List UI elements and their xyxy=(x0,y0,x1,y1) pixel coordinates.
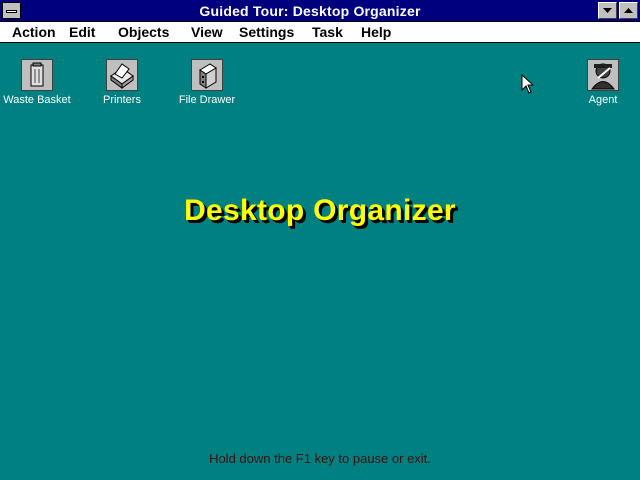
menu-task[interactable]: Task xyxy=(312,24,343,40)
agent-label: Agent xyxy=(588,94,618,106)
banner: Desktop Organizer xyxy=(0,194,640,228)
desktop-icon-file-drawer[interactable]: File Drawer xyxy=(167,59,247,106)
maximize-button[interactable] xyxy=(619,2,638,19)
menu-objects[interactable]: Objects xyxy=(118,24,169,40)
minimize-button[interactable] xyxy=(598,2,617,19)
menu-bar: Action Edit Objects View Settings Task H… xyxy=(0,22,640,43)
system-menu-icon xyxy=(6,10,17,13)
title-bar[interactable]: Guided Tour: Desktop Organizer xyxy=(0,0,640,22)
waste-basket-label: Waste Basket xyxy=(3,94,71,106)
desktop-icon-agent[interactable]: Agent xyxy=(563,59,640,106)
waste-basket-icon xyxy=(21,59,53,91)
maximize-arrow-icon xyxy=(624,8,633,13)
menu-edit[interactable]: Edit xyxy=(69,24,95,40)
menu-settings[interactable]: Settings xyxy=(239,24,294,40)
menu-action[interactable]: Action xyxy=(12,24,56,40)
window-title: Guided Tour: Desktop Organizer xyxy=(199,3,421,19)
file-drawer-label: File Drawer xyxy=(178,94,236,106)
printers-label: Printers xyxy=(103,94,141,106)
file-drawer-icon xyxy=(191,59,223,91)
desktop-icon-printers[interactable]: Printers xyxy=(82,59,162,106)
mouse-cursor-icon xyxy=(521,74,535,94)
desktop-icon-waste-basket[interactable]: Waste Basket xyxy=(0,59,77,106)
system-menu-button[interactable] xyxy=(2,2,21,19)
agent-icon xyxy=(587,59,619,91)
minimize-arrow-icon xyxy=(603,8,612,13)
printer-icon xyxy=(106,59,138,91)
hint-text: Hold down the F1 key to pause or exit. xyxy=(209,451,431,466)
banner-title: Desktop Organizer xyxy=(184,194,456,227)
menu-view[interactable]: View xyxy=(191,24,223,40)
menu-help[interactable]: Help xyxy=(361,24,391,40)
